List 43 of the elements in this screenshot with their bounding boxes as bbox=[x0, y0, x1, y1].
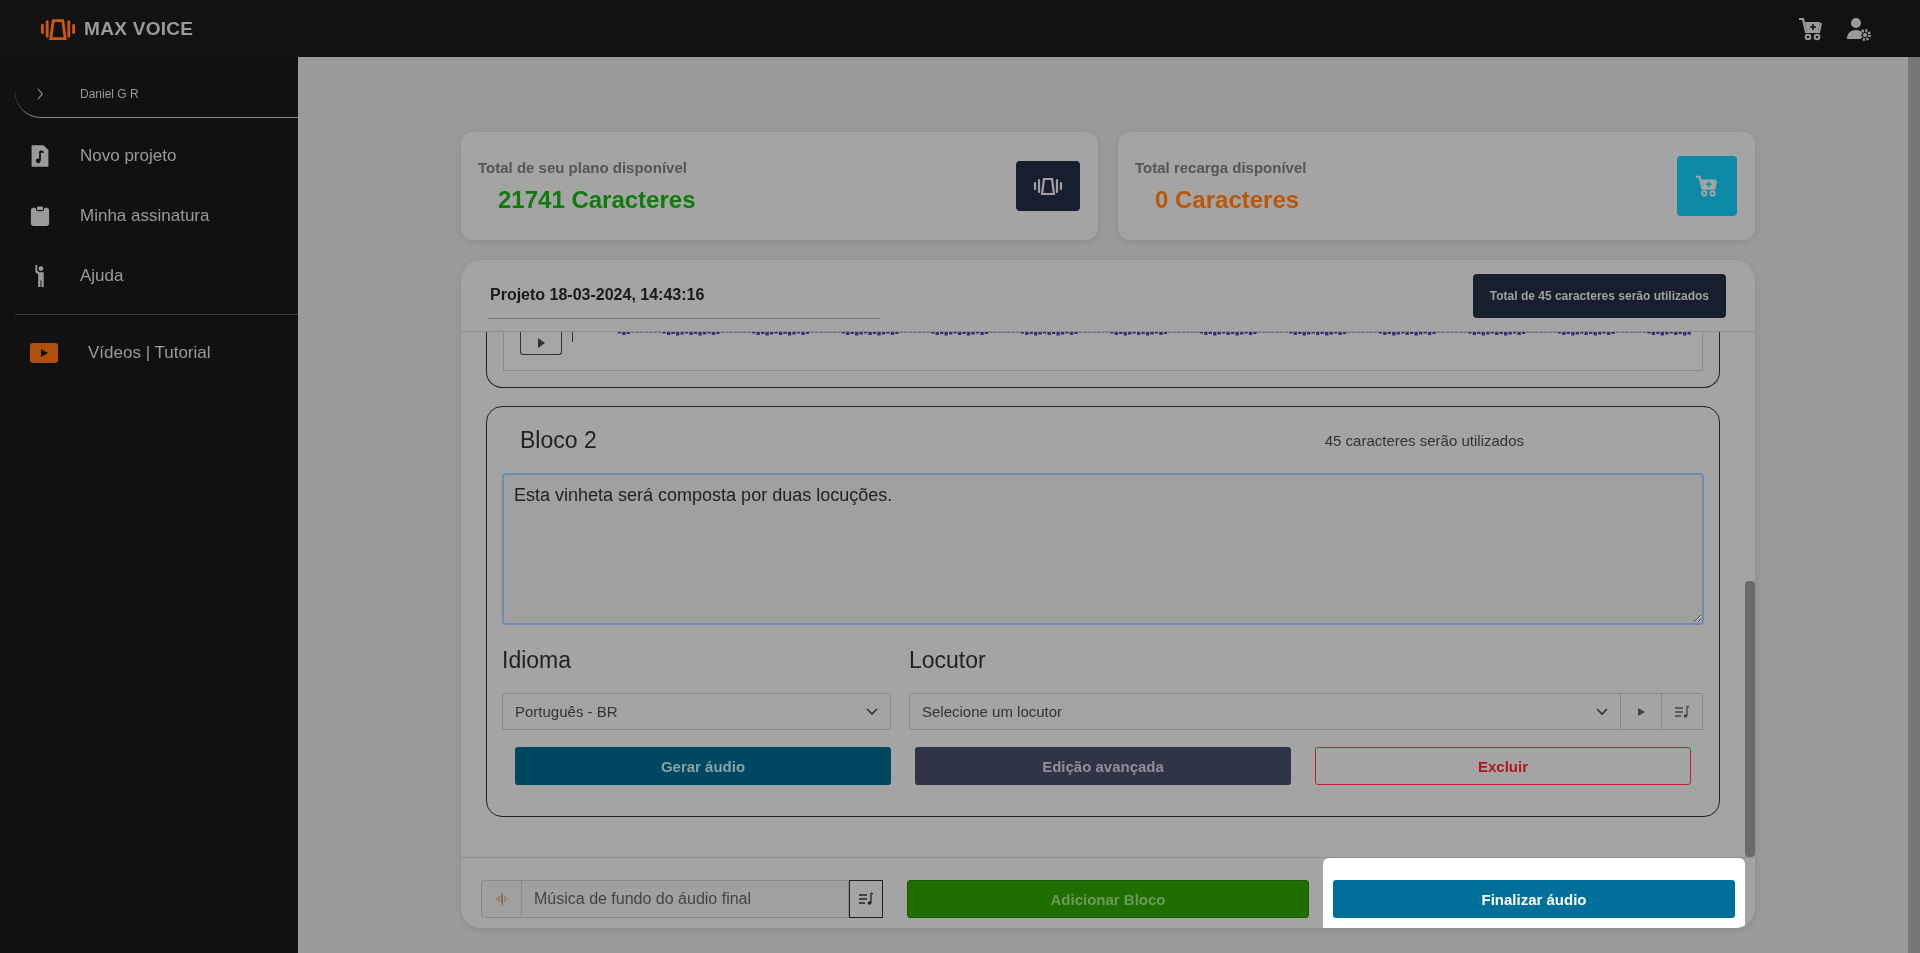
chevron-down-icon bbox=[866, 707, 878, 716]
menu-item[interactable]: Ajuda bbox=[0, 246, 298, 306]
scrollbar[interactable] bbox=[1745, 581, 1755, 857]
plan-button[interactable] bbox=[1016, 161, 1080, 211]
play-icon bbox=[1636, 706, 1646, 717]
play-button[interactable] bbox=[520, 332, 562, 355]
cart-plus-icon[interactable] bbox=[1798, 15, 1824, 42]
menu-item[interactable]: Minha assinatura bbox=[0, 186, 298, 246]
music-list-button[interactable] bbox=[849, 880, 883, 918]
chevron-right-icon[interactable] bbox=[37, 87, 44, 101]
delete-button[interactable]: Excluir bbox=[1315, 747, 1691, 785]
speaker-select[interactable]: Selecione um locutor bbox=[909, 693, 1621, 730]
finish-audio-button[interactable]: Finalizar áudio bbox=[1333, 880, 1735, 918]
chevron-down-icon bbox=[1596, 707, 1608, 716]
balance-label: Total de seu plano disponível bbox=[478, 158, 688, 176]
balance-value: 21741 Caracteres bbox=[497, 185, 696, 214]
clipboard-icon bbox=[30, 204, 50, 228]
menu-item[interactable]: Vídeos | Tutorial bbox=[0, 323, 298, 383]
app-name: MAX VOICE bbox=[84, 17, 194, 40]
balance-value: 0 Caracteres bbox=[1154, 185, 1301, 214]
user-name: Daniel G R bbox=[80, 87, 139, 101]
project-title: Projeto 18-03-2024, 14:43:16 bbox=[488, 272, 880, 319]
video-play-icon bbox=[30, 343, 58, 363]
play-icon bbox=[536, 338, 546, 348]
music-field[interactable]: Música de fundo do áudio final bbox=[522, 880, 849, 918]
music-file-icon bbox=[30, 144, 50, 168]
waveform-icon bbox=[494, 892, 509, 906]
menu-item[interactable]: Novo projeto bbox=[0, 126, 298, 186]
music-list-icon bbox=[858, 892, 874, 906]
text-field[interactable]: Esta vinheta será composta por duas locuções. bbox=[502, 473, 1704, 625]
field-label: Locutor bbox=[909, 646, 986, 675]
character-count: 45 caracteres serão utilizados bbox=[1324, 431, 1524, 449]
balance-label: Total recarga disponível bbox=[1135, 158, 1307, 176]
field-label: Idioma bbox=[502, 646, 573, 675]
user-settings-icon[interactable] bbox=[1846, 15, 1872, 42]
block-title: Bloco 2 bbox=[520, 426, 597, 454]
generate-audio-button[interactable]: Gerar áudio bbox=[515, 747, 891, 785]
advanced-edit-button[interactable]: Edição avançada bbox=[915, 747, 1291, 785]
scrollbar[interactable] bbox=[1908, 57, 1920, 953]
usage-badge: Total de 45 caracteres serão utilizados bbox=[1472, 273, 1726, 318]
logo-icon bbox=[40, 16, 76, 41]
music-list-icon bbox=[1674, 704, 1690, 719]
language-select[interactable]: Português - BR bbox=[502, 693, 891, 730]
